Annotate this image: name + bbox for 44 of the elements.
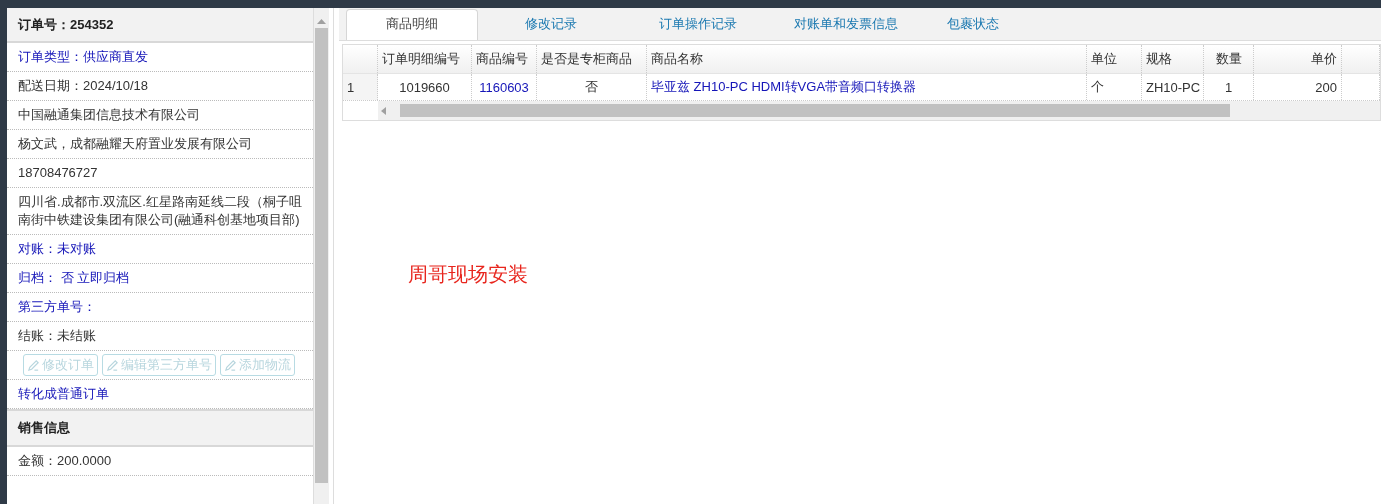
pencil-icon	[224, 358, 237, 372]
scroll-left-icon[interactable]	[381, 106, 386, 115]
table-link[interactable]: 毕亚兹 ZH10-PC HDMI转VGA带音频口转换器	[647, 74, 1087, 100]
info-link[interactable]: 归档： 否 立即归档	[18, 270, 130, 285]
column-header: 商品名称	[647, 45, 1087, 73]
amount-text: 金额：200.0000	[18, 453, 112, 468]
scrollbar[interactable]	[314, 8, 329, 504]
tab[interactable]: 商品明细	[346, 9, 478, 40]
info-text: 18708476727	[18, 165, 98, 180]
info-text: 杨文武，成都融耀天府置业发展有限公司	[18, 136, 252, 151]
column-header: 单价	[1254, 45, 1342, 73]
pencil-icon	[27, 358, 40, 372]
table-cell: 1	[1204, 74, 1254, 100]
table-cell: 个	[1087, 74, 1142, 100]
tab[interactable]: 订单操作记录	[623, 10, 773, 40]
convert-order-link[interactable]: 转化成普通订单	[18, 386, 109, 401]
table-cell: ZH10-PC	[1142, 74, 1204, 100]
column-header: 规格	[1142, 45, 1204, 73]
section-heading: 销售信息	[7, 409, 313, 447]
tab[interactable]: 包裹状态	[918, 10, 1028, 40]
info-text: 中国融通集团信息技术有限公司	[18, 107, 200, 122]
info-link[interactable]: 第三方单号：	[18, 299, 96, 314]
table-cell: 1019660	[378, 74, 472, 100]
column-header: 是否是专柜商品	[537, 45, 647, 73]
info-text: 配送日期：2024/10/18	[18, 78, 149, 93]
pencil-icon	[106, 358, 119, 372]
column-header: 数量	[1204, 45, 1254, 73]
order-number-heading: 订单号：254352	[7, 8, 313, 43]
horizontal-scrollbar[interactable]	[378, 101, 1380, 120]
table-cell: 否	[537, 74, 647, 100]
column-header: 商品编号	[472, 45, 537, 73]
info-text: 结账：未结账	[18, 328, 96, 343]
info-link[interactable]: 订单类型：供应商直发	[18, 49, 148, 64]
tab[interactable]: 修改记录	[478, 10, 623, 40]
info-text: 四川省.成都市.双流区.红星路南延线二段（桐子咀南街中铁建设集团有限公司(融通科创基地项目部)	[18, 194, 302, 227]
info-link[interactable]: 对账：未对账	[18, 241, 96, 256]
column-header: 订单明细编号	[378, 45, 472, 73]
tab[interactable]: 对账单和发票信息	[773, 10, 918, 40]
scroll-up-icon[interactable]	[317, 18, 326, 24]
note-text: 周哥现场安装	[408, 262, 529, 287]
row-number: 1	[343, 74, 378, 100]
table-cell: 200	[1254, 74, 1342, 100]
column-header: 单位	[1087, 45, 1142, 73]
table-link[interactable]: 1160603	[472, 74, 537, 100]
